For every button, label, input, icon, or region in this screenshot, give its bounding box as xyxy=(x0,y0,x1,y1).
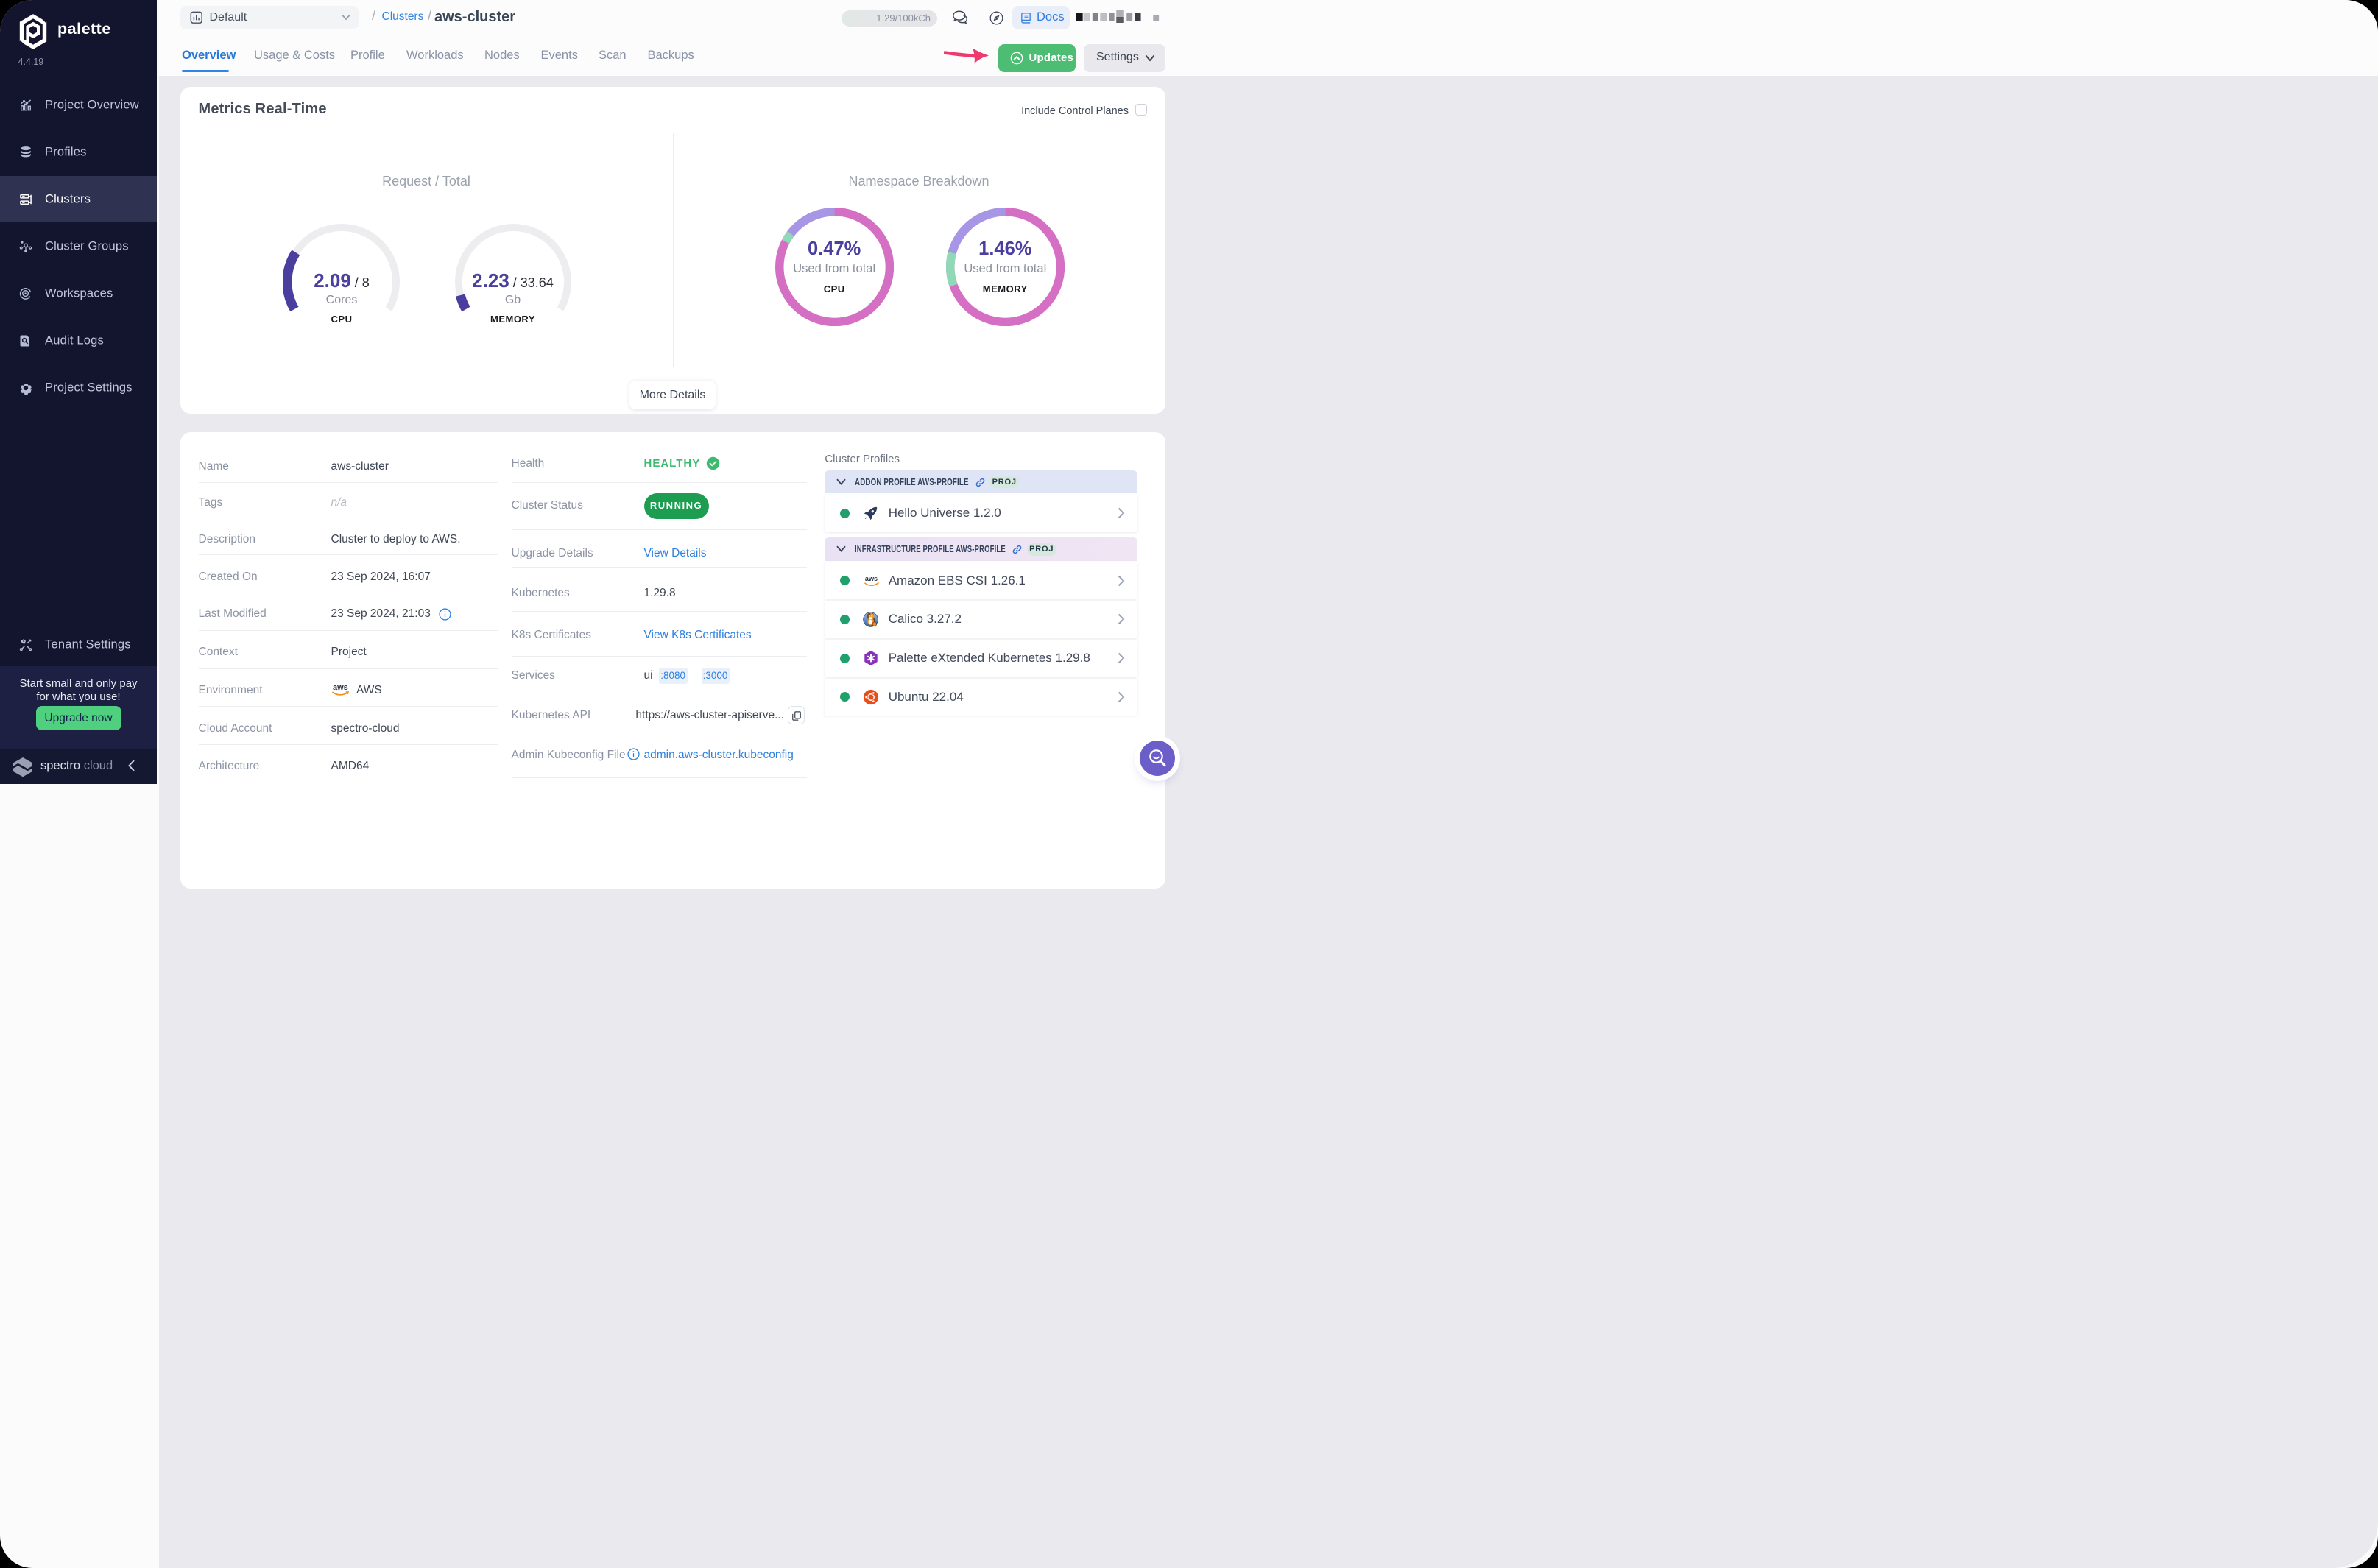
svg-text:aws: aws xyxy=(865,575,878,582)
svg-text:aws: aws xyxy=(333,683,348,692)
